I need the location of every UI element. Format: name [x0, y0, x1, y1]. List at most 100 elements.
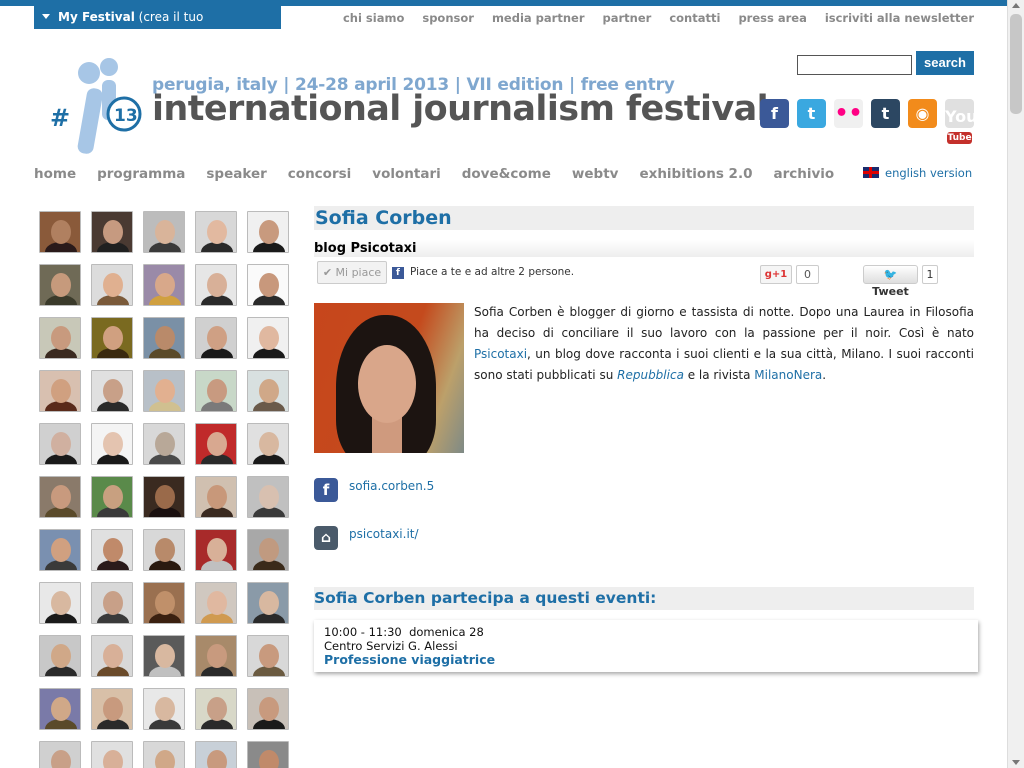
speaker-thumbnail[interactable]: [143, 582, 185, 624]
topnav-contatti[interactable]: contatti: [669, 11, 720, 25]
twitter-icon[interactable]: t: [797, 99, 826, 128]
nav-speaker[interactable]: speaker: [206, 166, 266, 182]
speaker-thumbnail[interactable]: [247, 635, 289, 677]
speaker-thumbnail[interactable]: [195, 741, 237, 768]
speaker-thumbnail[interactable]: [247, 211, 289, 253]
speaker-thumbnail[interactable]: [143, 476, 185, 518]
speaker-thumbnail[interactable]: [247, 529, 289, 571]
topnav-sponsor[interactable]: sponsor: [422, 11, 474, 25]
speaker-thumbnail[interactable]: [91, 476, 133, 518]
speaker-thumbnail[interactable]: [195, 635, 237, 677]
speaker-thumbnail[interactable]: [39, 582, 81, 624]
home-icon[interactable]: ⌂: [314, 526, 338, 550]
speaker-thumbnail[interactable]: [247, 370, 289, 412]
topnav-newsletter[interactable]: iscriviti alla newsletter: [825, 11, 974, 25]
scroll-down-arrow-icon[interactable]: [1012, 760, 1020, 765]
speaker-thumbnail[interactable]: [91, 264, 133, 306]
speaker-thumbnail[interactable]: [143, 423, 185, 465]
topnav-press-area[interactable]: press area: [738, 11, 806, 25]
english-version-label: english version: [885, 166, 973, 180]
speaker-thumbnail[interactable]: [39, 370, 81, 412]
facebook-profile-link[interactable]: sofia.corben.5: [349, 479, 434, 493]
scroll-up-arrow-icon[interactable]: [1012, 3, 1020, 8]
speaker-thumbnail[interactable]: [247, 317, 289, 359]
flickr-icon[interactable]: ••: [834, 99, 863, 128]
google-plus-button[interactable]: g+1: [760, 265, 792, 284]
speaker-thumbnail[interactable]: [195, 423, 237, 465]
speaker-thumbnail[interactable]: [143, 264, 185, 306]
speaker-thumbnail[interactable]: [247, 582, 289, 624]
facebook-like-button[interactable]: ✔ Mi piace: [317, 261, 387, 284]
speaker-thumbnail[interactable]: [91, 211, 133, 253]
speaker-thumbnail[interactable]: [195, 211, 237, 253]
speaker-thumbnail[interactable]: [195, 529, 237, 571]
speaker-thumbnail[interactable]: [143, 635, 185, 677]
my-festival-button[interactable]: My Festival (crea il tuo programma): [34, 6, 281, 47]
speaker-thumbnail[interactable]: [91, 370, 133, 412]
speaker-thumbnail[interactable]: [91, 741, 133, 768]
festival-title: international journalism festival: [152, 89, 769, 129]
facebook-icon[interactable]: f: [314, 478, 338, 502]
speaker-thumbnail[interactable]: [247, 741, 289, 768]
speaker-thumbnail[interactable]: [195, 370, 237, 412]
speaker-thumbnail[interactable]: [195, 688, 237, 730]
topnav-chi-siamo[interactable]: chi siamo: [343, 11, 404, 25]
festival-logo[interactable]: # 13: [48, 52, 144, 158]
nav-dove-come[interactable]: dove&come: [462, 166, 551, 182]
speaker-thumbnail[interactable]: [247, 264, 289, 306]
nav-home[interactable]: home: [34, 166, 76, 182]
topnav-partner[interactable]: partner: [603, 11, 652, 25]
nav-exhibitions[interactable]: exhibitions 2.0: [639, 166, 752, 182]
speaker-thumbnail[interactable]: [91, 582, 133, 624]
speaker-thumbnail[interactable]: [91, 317, 133, 359]
scroll-thumb[interactable]: [1010, 14, 1022, 114]
youtube-icon[interactable]: You Tube: [945, 99, 978, 144]
nav-volontari[interactable]: volontari: [372, 166, 440, 182]
speaker-thumbnail[interactable]: [195, 582, 237, 624]
speaker-thumbnail[interactable]: [195, 317, 237, 359]
speaker-thumbnail[interactable]: [91, 529, 133, 571]
speaker-thumbnail[interactable]: [39, 688, 81, 730]
tweet-button[interactable]: 🐦 Tweet: [863, 265, 918, 298]
speaker-thumbnail[interactable]: [39, 529, 81, 571]
speaker-thumbnail[interactable]: [91, 635, 133, 677]
topnav-media-partner[interactable]: media partner: [492, 11, 585, 25]
speaker-thumbnail[interactable]: [143, 688, 185, 730]
vertical-scrollbar[interactable]: [1007, 0, 1024, 768]
rss-icon[interactable]: ◉: [908, 99, 937, 128]
nav-webtv[interactable]: webtv: [572, 166, 619, 182]
speaker-thumbnail[interactable]: [39, 741, 81, 768]
nav-archivio[interactable]: archivio: [773, 166, 834, 182]
bio-link-psicotaxi[interactable]: Psicotaxi: [474, 347, 527, 361]
speaker-thumbnail[interactable]: [195, 264, 237, 306]
facebook-icon[interactable]: f: [760, 99, 789, 128]
speaker-thumbnail[interactable]: [195, 476, 237, 518]
share-bar: ✔ Mi piace f Piace a te e ad altre 2 per…: [314, 259, 974, 298]
speaker-thumbnail[interactable]: [39, 423, 81, 465]
speaker-thumbnail[interactable]: [143, 529, 185, 571]
nav-concorsi[interactable]: concorsi: [288, 166, 352, 182]
speaker-thumbnail[interactable]: [39, 317, 81, 359]
speaker-thumbnail[interactable]: [91, 688, 133, 730]
website-link[interactable]: psicotaxi.it/: [349, 527, 419, 541]
speaker-thumbnail[interactable]: [143, 370, 185, 412]
speaker-thumbnail[interactable]: [143, 741, 185, 768]
search-input[interactable]: [797, 55, 912, 75]
nav-programma[interactable]: programma: [97, 166, 185, 182]
bio-link-repubblica[interactable]: Repubblica: [617, 368, 684, 382]
speaker-thumbnail[interactable]: [39, 635, 81, 677]
speaker-thumbnail[interactable]: [247, 423, 289, 465]
speaker-thumbnail[interactable]: [39, 476, 81, 518]
bio-link-milanonera[interactable]: MilanoNera: [754, 368, 822, 382]
speaker-thumbnail[interactable]: [247, 476, 289, 518]
speaker-thumbnail[interactable]: [143, 317, 185, 359]
speaker-thumbnail[interactable]: [91, 423, 133, 465]
english-version-link[interactable]: english version: [863, 166, 972, 180]
speaker-thumbnail[interactable]: [39, 264, 81, 306]
speaker-thumbnail[interactable]: [247, 688, 289, 730]
event-title-link[interactable]: Professione viaggiatrice: [324, 653, 968, 667]
search-button[interactable]: search: [916, 51, 974, 75]
speaker-thumbnail[interactable]: [39, 211, 81, 253]
tumblr-icon[interactable]: t: [871, 99, 900, 128]
speaker-thumbnail[interactable]: [143, 211, 185, 253]
